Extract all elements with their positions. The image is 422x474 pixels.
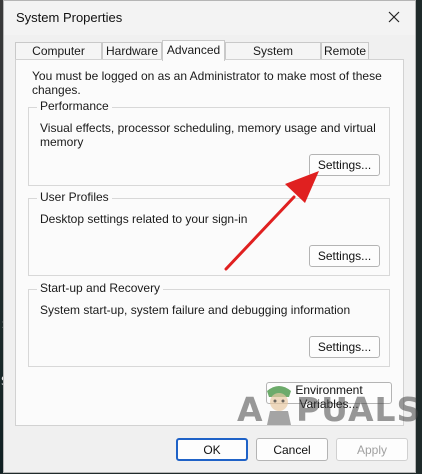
red-arrow-annotation (224, 171, 319, 271)
system-properties-dialog: System Properties Computer Name Hardware… (3, 0, 420, 473)
ok-button[interactable]: OK (176, 438, 248, 461)
apply-button[interactable]: Apply (336, 438, 408, 461)
cancel-button[interactable]: Cancel (256, 438, 328, 461)
tab-advanced[interactable]: Advanced (162, 40, 225, 61)
